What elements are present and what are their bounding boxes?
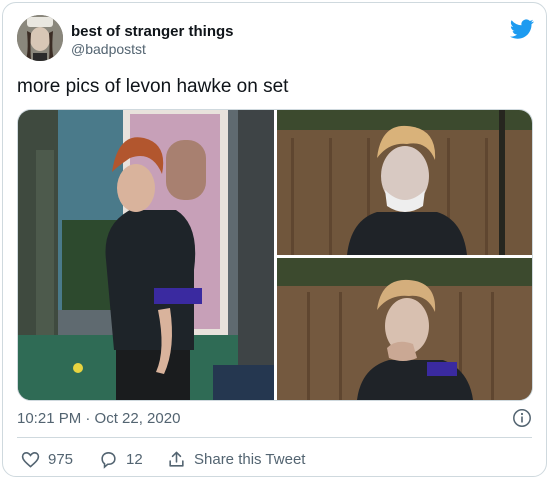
like-count: 975 xyxy=(48,451,74,468)
heart-icon xyxy=(21,451,40,468)
like-button[interactable]: 975 xyxy=(21,450,73,469)
share-icon xyxy=(169,451,184,467)
tweet-text: more pics of levon hawke on set xyxy=(17,76,289,97)
author-display-name[interactable]: best of stranger things xyxy=(71,23,234,40)
avatar[interactable] xyxy=(17,15,63,61)
reply-button[interactable]: 12 xyxy=(99,450,143,469)
twitter-bird-icon[interactable] xyxy=(510,17,534,41)
photo-boy-mask-fence[interactable] xyxy=(277,110,532,255)
divider xyxy=(17,437,532,438)
photo-boy-walking-street[interactable] xyxy=(18,110,274,400)
share-button[interactable]: Share this Tweet xyxy=(167,450,305,469)
photo-boy-hand-face-fence[interactable] xyxy=(277,258,532,400)
tweet-card[interactable]: best of stranger things @badpostst more … xyxy=(2,2,547,477)
media-grid xyxy=(17,109,533,401)
author-handle[interactable]: @badpostst xyxy=(71,41,146,57)
reply-icon xyxy=(101,451,116,469)
share-label: Share this Tweet xyxy=(194,451,306,468)
reply-count: 12 xyxy=(126,451,143,468)
tweet-timestamp[interactable]: 10:21 PM · Oct 22, 2020 xyxy=(17,410,180,427)
info-icon[interactable] xyxy=(512,408,532,428)
